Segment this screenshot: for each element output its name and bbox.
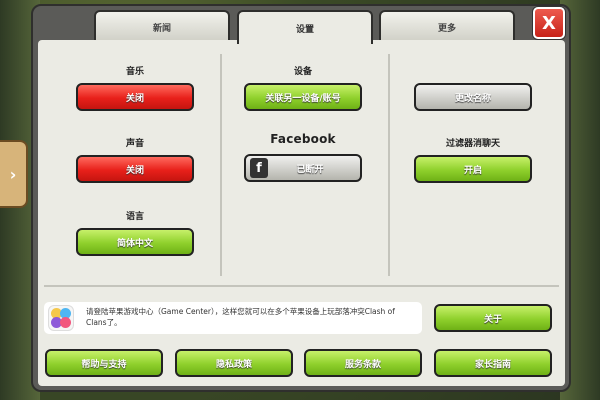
tab-more[interactable]: 更多 bbox=[379, 10, 515, 42]
facebook-icon: f bbox=[250, 158, 268, 178]
row-divider bbox=[44, 285, 559, 287]
side-arrow-button[interactable]: › bbox=[0, 140, 28, 208]
column-divider-2 bbox=[388, 54, 390, 276]
language-label: 语言 bbox=[125, 212, 144, 222]
game-center-icon-dot bbox=[60, 317, 71, 328]
music-toggle-button[interactable]: 关闭 bbox=[76, 83, 194, 111]
privacy-policy-button[interactable]: 隐私政策 bbox=[175, 349, 293, 377]
link-device-button[interactable]: 关联另一设备/账号 bbox=[244, 83, 362, 111]
sound-label: 声音 bbox=[125, 139, 144, 149]
about-button[interactable]: 关于 bbox=[434, 304, 552, 332]
music-label: 音乐 bbox=[125, 67, 144, 77]
column-divider-1 bbox=[220, 54, 222, 276]
game-center-text: 请登陆苹果游戏中心（Game Center），这样您就可以在多个苹果设备上玩部落… bbox=[86, 307, 395, 327]
parents-guide-button[interactable]: 家长指南 bbox=[434, 349, 552, 377]
close-button[interactable]: X bbox=[533, 7, 565, 39]
facebook-connect-button[interactable]: f 已断开 bbox=[244, 154, 362, 182]
chat-filter-toggle-button[interactable]: 开启 bbox=[414, 155, 532, 183]
terms-of-service-button[interactable]: 服务条款 bbox=[304, 349, 422, 377]
device-label: 设备 bbox=[293, 67, 312, 77]
help-support-button[interactable]: 帮助与支持 bbox=[45, 349, 163, 377]
game-center-icon bbox=[48, 305, 74, 331]
tab-news[interactable]: 新闻 bbox=[94, 10, 230, 42]
tab-settings[interactable]: 设置 bbox=[237, 10, 373, 44]
facebook-label: Facebook bbox=[270, 132, 336, 146]
facebook-button-label: 已断开 bbox=[296, 164, 324, 175]
game-center-info: 请登陆苹果游戏中心（Game Center），这样您就可以在多个苹果设备上玩部落… bbox=[44, 302, 422, 334]
chat-filter-label: 过滤器消聊天 bbox=[445, 139, 500, 149]
language-button[interactable]: 简体中文 bbox=[76, 228, 194, 256]
rename-button[interactable]: 更改名称 bbox=[414, 83, 532, 111]
sound-toggle-button[interactable]: 关闭 bbox=[76, 155, 194, 183]
